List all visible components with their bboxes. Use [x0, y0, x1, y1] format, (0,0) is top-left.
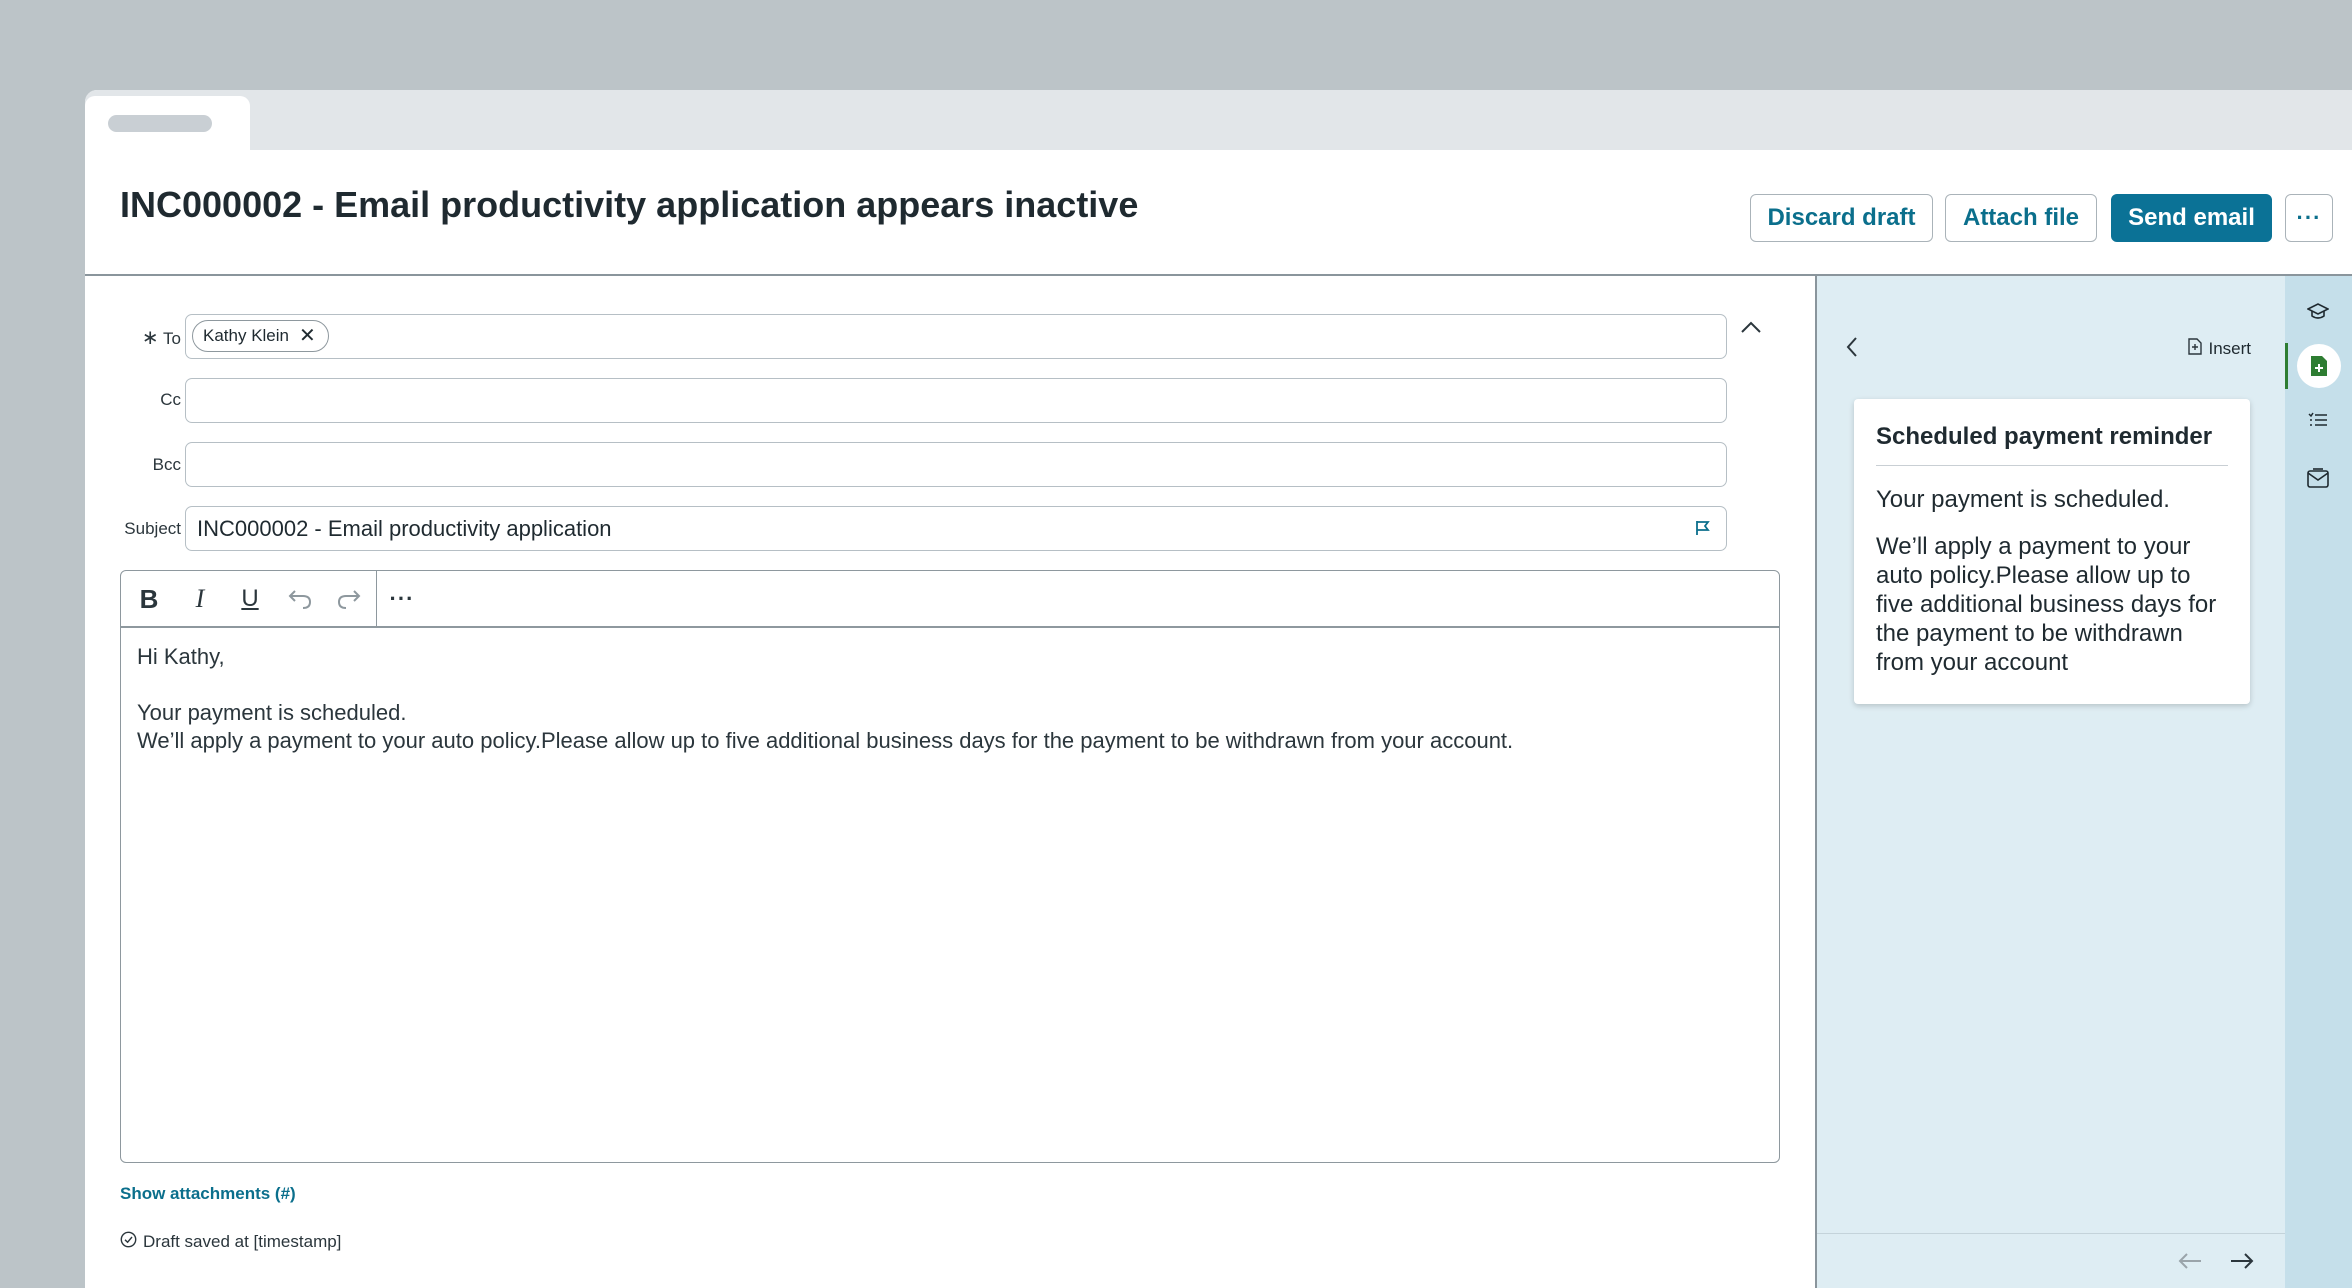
toolbar-divider [376, 571, 377, 626]
italic-icon[interactable]: I [182, 581, 218, 617]
more-formatting-icon[interactable]: ··· [384, 581, 420, 617]
send-email-button[interactable]: Send email [2111, 194, 2272, 242]
required-asterisk: ∗ [141, 327, 159, 349]
cc-field[interactable] [185, 378, 1727, 423]
draft-status-text: Draft saved at [timestamp] [143, 1232, 342, 1251]
app-window: INC000002 - Email productivity applicati… [85, 90, 2352, 1288]
page-header: INC000002 - Email productivity applicati… [85, 150, 2352, 276]
subject-field[interactable]: INC000002 - Email productivity applicati… [185, 506, 1727, 551]
checklist-icon[interactable] [2300, 402, 2336, 438]
template-line-2: We’ll apply a payment to your auto polic… [1876, 533, 2217, 676]
tab-bar [85, 90, 2352, 150]
active-indicator [2285, 343, 2288, 389]
graduation-cap-icon[interactable] [2300, 294, 2336, 330]
undo-icon[interactable] [282, 581, 318, 617]
subject-value: INC000002 - Email productivity applicati… [197, 516, 612, 541]
template-side-panel: Insert Scheduled payment reminder Your p… [1815, 276, 2285, 1288]
more-actions-button[interactable]: ··· [2285, 194, 2333, 242]
cc-label: Cc [160, 390, 181, 409]
icon-rail [2285, 276, 2352, 1288]
flag-icon[interactable] [1694, 519, 1712, 542]
draft-status: Draft saved at [timestamp] [120, 1231, 341, 1253]
to-field[interactable]: Kathy Klein ✕ [185, 314, 1727, 359]
subject-label: Subject [124, 519, 181, 538]
email-body-editor[interactable]: B I U ··· Hi Kathy, Your payment is sche… [120, 570, 1780, 1163]
template-line-1: Your payment is scheduled. [1876, 486, 2170, 513]
bold-icon[interactable]: B [131, 581, 167, 617]
show-attachments-link[interactable]: Show attachments (#) [120, 1184, 296, 1204]
redo-icon[interactable] [331, 581, 367, 617]
greeting-line: Hi Kathy, [137, 644, 225, 669]
recipient-name: Kathy Klein [203, 326, 289, 345]
tab-label-placeholder [108, 115, 212, 132]
editor-toolbar: B I U ··· [121, 571, 1779, 628]
arrow-left-icon[interactable] [2177, 1252, 2203, 1275]
attach-file-button[interactable]: Attach file [1945, 194, 2097, 242]
document-add-icon[interactable] [2297, 344, 2341, 388]
panel-pagination [1817, 1233, 2285, 1288]
page-title: INC000002 - Email productivity applicati… [120, 184, 1139, 225]
remove-recipient-icon[interactable]: ✕ [299, 326, 316, 346]
to-label: ∗ To [141, 327, 181, 349]
check-circle-icon [120, 1231, 137, 1253]
underline-icon[interactable]: U [232, 581, 268, 617]
discard-draft-button[interactable]: Discard draft [1750, 194, 1933, 242]
insert-document-icon [2188, 338, 2203, 360]
insert-button[interactable]: Insert [2188, 338, 2251, 360]
tab-active[interactable] [85, 96, 250, 150]
template-card[interactable]: Scheduled payment reminder Your payment … [1854, 399, 2250, 704]
email-body-text[interactable]: Hi Kathy, Your payment is scheduled. We’… [137, 643, 1513, 755]
chevron-left-icon[interactable] [1845, 336, 1859, 363]
body-line-2: We’ll apply a payment to your auto polic… [137, 728, 1514, 753]
body-line-1: Your payment is scheduled. [137, 700, 407, 725]
insert-label: Insert [2208, 339, 2251, 358]
recipient-chip: Kathy Klein ✕ [192, 320, 329, 352]
chevron-up-icon[interactable] [1740, 320, 1762, 339]
arrow-right-icon[interactable] [2229, 1252, 2255, 1275]
mail-template-icon[interactable] [2300, 460, 2336, 496]
bcc-label: Bcc [152, 455, 181, 474]
bcc-field[interactable] [185, 442, 1727, 487]
template-title: Scheduled payment reminder [1876, 423, 2228, 466]
